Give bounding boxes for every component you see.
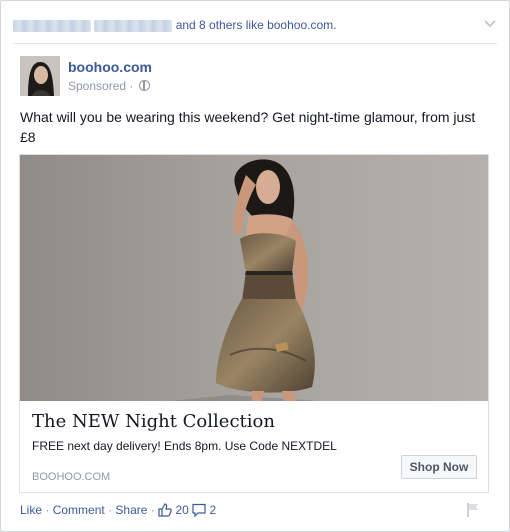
page-avatar[interactable] — [20, 56, 60, 96]
divider — [13, 43, 497, 44]
blurred-friend-name[interactable] — [13, 19, 91, 32]
post-text: What will you be wearing this weekend? G… — [20, 109, 476, 145]
shop-now-button[interactable]: Shop Now — [401, 455, 477, 479]
sponsored-text: Sponsored · — [68, 79, 134, 93]
flag-icon[interactable] — [466, 502, 480, 518]
thumbs-up-icon[interactable] — [158, 503, 172, 517]
separator: · — [108, 503, 113, 517]
chevron-down-icon[interactable] — [483, 19, 497, 29]
ad-attachment[interactable]: The NEW Night Collection FREE next day d… — [19, 154, 489, 493]
ad-domain: BOOHOO.COM — [32, 471, 111, 483]
separator: · — [45, 503, 50, 517]
globe-icon — [138, 80, 150, 91]
page-name[interactable]: boohoo.com — [68, 59, 152, 75]
social-context-text[interactable]: and 8 others like boohoo.com. — [176, 18, 337, 32]
comment-link[interactable]: Comment — [53, 503, 105, 517]
blurred-friend-name[interactable] — [94, 19, 173, 32]
like-link[interactable]: Like — [20, 503, 42, 517]
sponsored-label: Sponsored · — [68, 79, 150, 93]
social-context: and 8 others like boohoo.com. — [13, 15, 497, 35]
comment-icon[interactable] — [192, 503, 206, 518]
separator: · — [150, 503, 155, 517]
comment-count[interactable]: 2 — [210, 503, 217, 517]
action-bar: Like · Comment · Share · 20 2 — [20, 502, 216, 518]
ad-headline[interactable]: The NEW Night Collection — [32, 411, 275, 432]
ad-image[interactable] — [20, 155, 488, 401]
like-count[interactable]: 20 — [175, 503, 188, 517]
ad-description: FREE next day delivery! Ends 8pm. Use Co… — [32, 439, 337, 453]
news-feed-ad-card: and 8 others like boohoo.com. boohoo.com… — [0, 0, 510, 532]
share-link[interactable]: Share — [115, 503, 147, 517]
